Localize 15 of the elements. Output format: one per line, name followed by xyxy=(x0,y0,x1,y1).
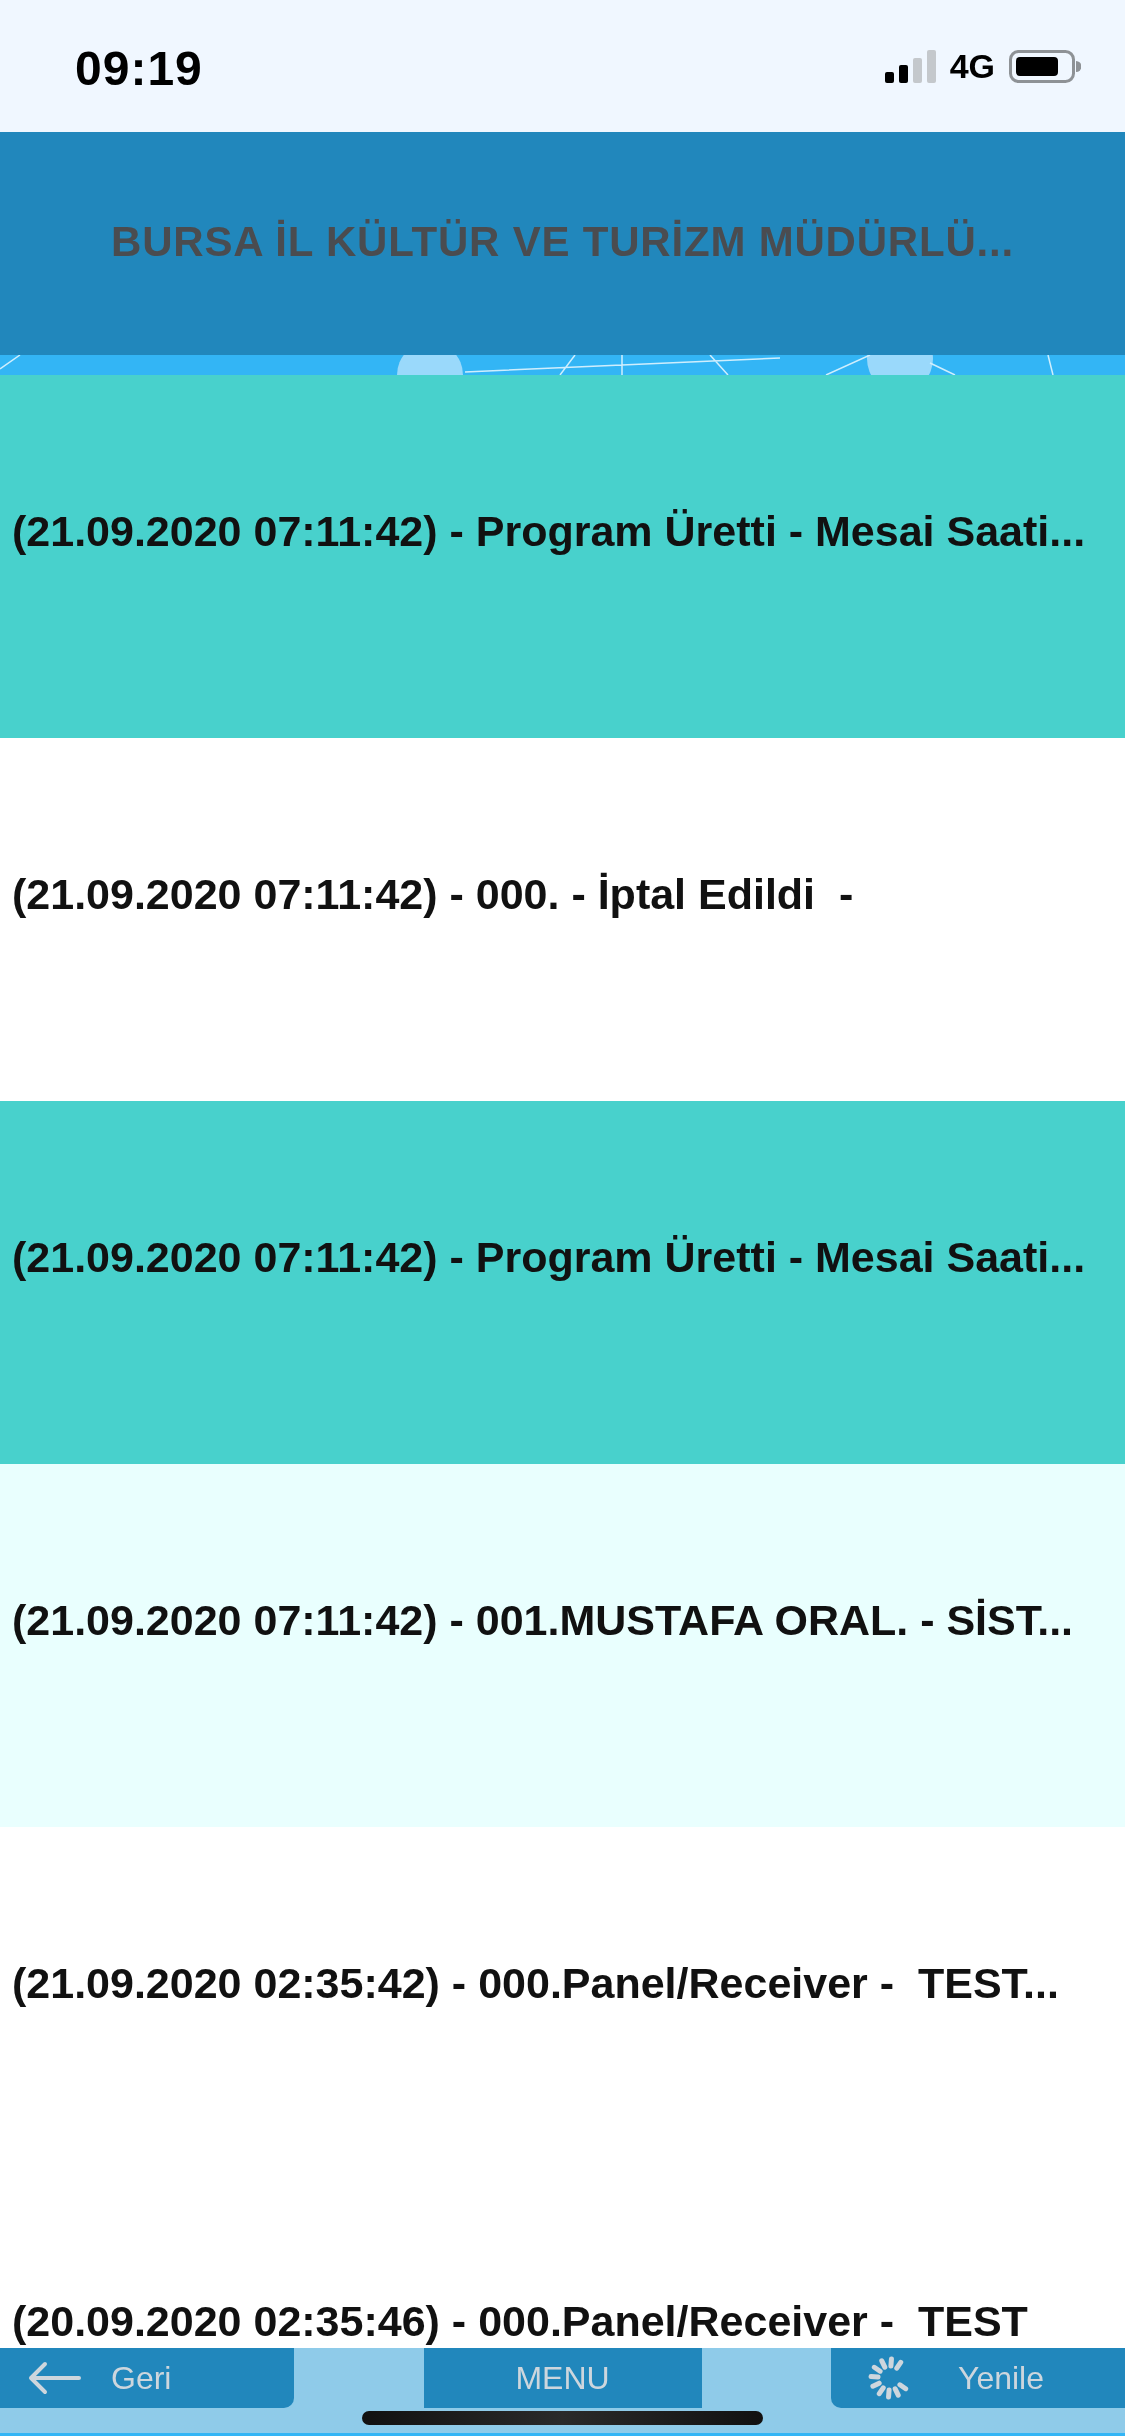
log-entry-text: (21.09.2020 07:11:42) - Program Üretti - Mesai Saati... xyxy=(12,507,1086,556)
header-title: BURSA İL KÜLTÜR VE TURİZM MÜDÜRLÜ... xyxy=(111,217,1014,267)
log-row[interactable]: (21.09.2020 07:11:42) - Program Üretti - Mesai Saati... xyxy=(0,375,1125,738)
log-entry-text: (20.09.2020 02:35:46) - 000.Panel/Receiver - TEST xyxy=(12,2297,1028,2346)
battery-icon xyxy=(1009,49,1081,83)
log-entry-text: (21.09.2020 07:11:42) - Program Üretti - Mesai Saati... xyxy=(12,1233,1086,1282)
network-type-label: 4G xyxy=(949,46,995,86)
log-entry-text: (21.09.2020 07:11:42) - 001.MUSTAFA ORAL. - SİST... xyxy=(12,1596,1074,1645)
log-row[interactable]: (21.09.2020 07:11:42) - 001.MUSTAFA ORAL. - SİST... xyxy=(0,1464,1125,1827)
log-entry-text: (21.09.2020 02:35:42) - 000.Panel/Receiver - TEST... xyxy=(12,1959,1059,2008)
arrow-left-icon xyxy=(27,2361,81,2395)
signal-icon xyxy=(884,49,936,83)
log-row[interactable]: (21.09.2020 07:11:42) - Program Üretti - Mesai Saati... xyxy=(0,1101,1125,1464)
status-time: 09:19 xyxy=(75,40,203,96)
log-entry-text: (21.09.2020 07:11:42) - 000. - İptal Edildi - xyxy=(12,870,854,919)
